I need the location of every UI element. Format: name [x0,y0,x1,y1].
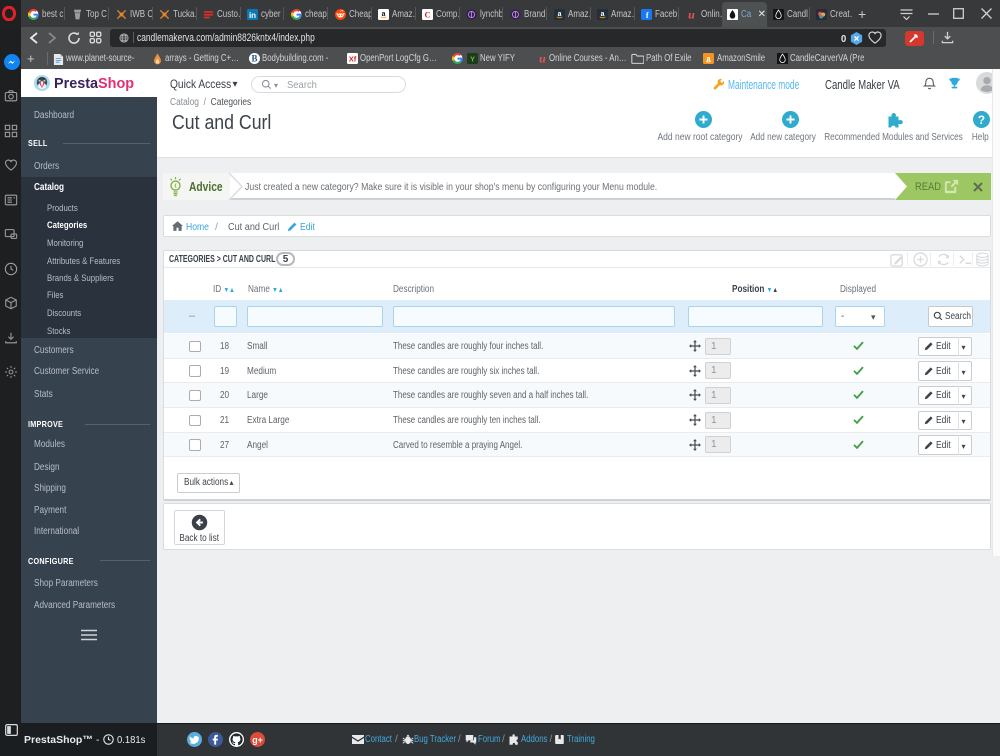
svg-text:Xf: Xf [349,54,357,63]
svg-text:u: u [688,9,695,21]
svg-text:g+: g+ [252,734,263,744]
svg-text:f: f [646,11,649,20]
svg-text:Y: Y [470,56,475,63]
svg-text:?: ? [978,114,985,127]
svg-text:B: B [252,53,258,63]
svg-text:u: u [539,53,546,65]
svg-text:in: in [249,11,256,20]
svg-text:C: C [425,10,431,19]
